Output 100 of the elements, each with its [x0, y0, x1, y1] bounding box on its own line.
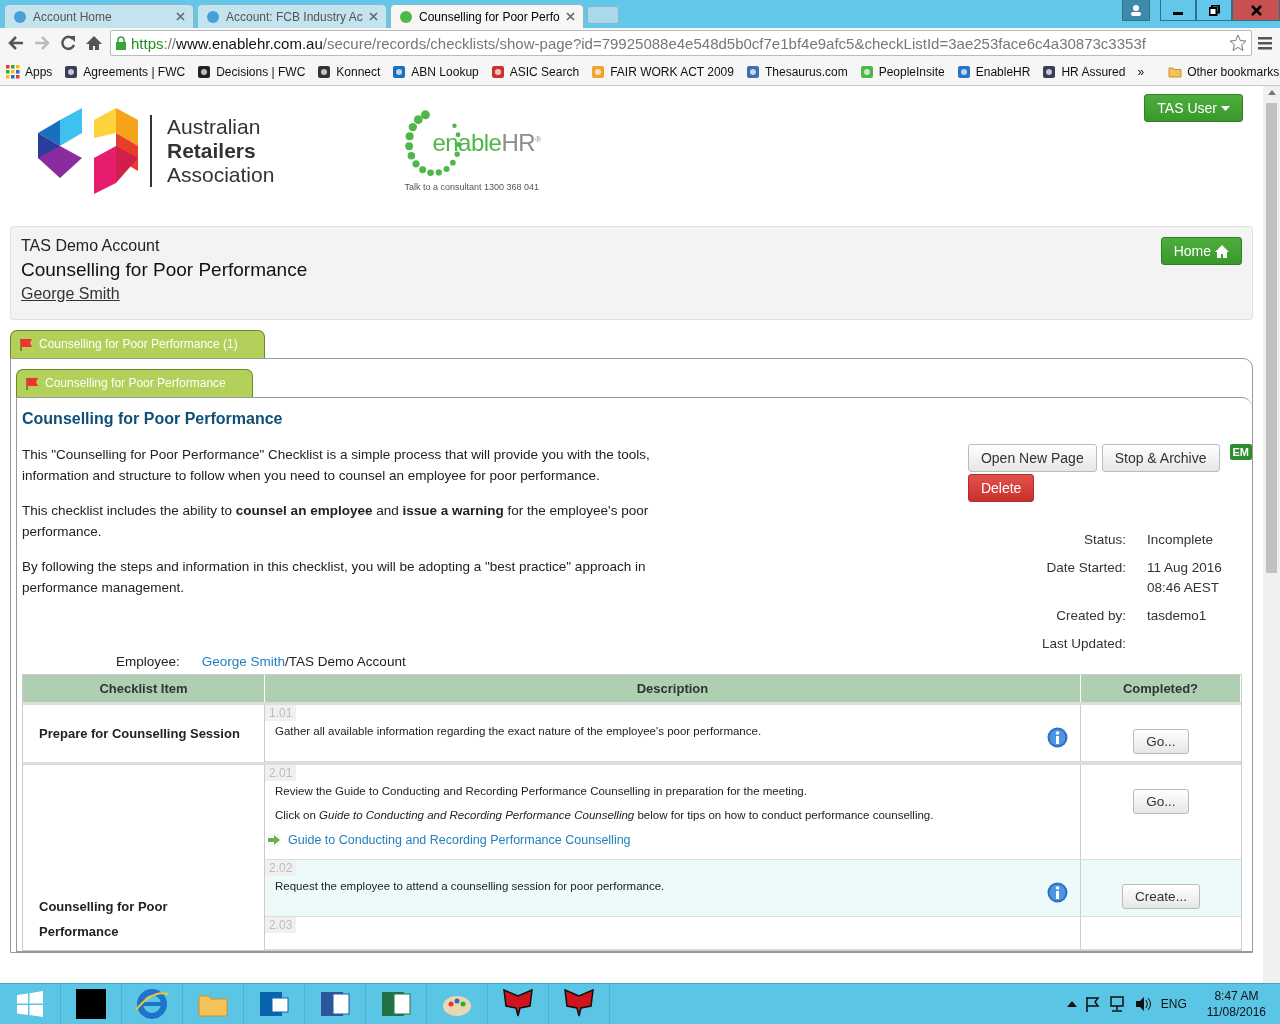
menu-icon[interactable]: [1258, 35, 1274, 51]
association-name: Retailers: [167, 139, 257, 163]
step-action-button[interactable]: Go...: [1133, 789, 1189, 814]
account-name: TAS Demo Account: [21, 237, 160, 255]
bookmark-link[interactable]: Agreements | FWC: [64, 64, 186, 79]
meta-value: 11 Aug 2016: [1147, 559, 1223, 577]
home-icon: [1215, 244, 1229, 258]
tray-arrow-icon[interactable]: [1066, 1001, 1077, 1007]
caret-icon: [1221, 105, 1230, 111]
meta-value: tasdemo1: [1147, 607, 1208, 625]
close-icon[interactable]: [369, 12, 378, 21]
favicon-icon: [206, 9, 220, 24]
folder-icon: [1168, 64, 1183, 79]
close-button[interactable]: [1232, 0, 1280, 21]
close-icon: [1250, 4, 1262, 16]
browser-tab[interactable]: Account Home: [4, 4, 194, 28]
arrow-icon: [268, 835, 280, 845]
info-icon[interactable]: [1047, 727, 1068, 748]
star-icon[interactable]: [1229, 34, 1247, 52]
employee-label: Employee:: [116, 653, 180, 669]
favicon-icon: [1042, 64, 1057, 79]
restore-button[interactable]: [1196, 0, 1232, 21]
flag-icon[interactable]: [1084, 996, 1101, 1012]
bookmark-link[interactable]: Apps: [6, 64, 53, 79]
favicon-icon: [197, 64, 212, 79]
flag-icon: [19, 337, 33, 351]
bookmark-link[interactable]: Konnect: [317, 64, 381, 79]
consultant-phone-text: Talk to a consultant 1300 368 041: [404, 182, 539, 192]
home-icon[interactable]: [84, 33, 104, 53]
meta-label: Status:: [1082, 531, 1126, 549]
close-icon[interactable]: [176, 12, 185, 21]
delete-button[interactable]: Delete: [967, 474, 1035, 502]
action-button[interactable]: Stop & Archive: [1101, 444, 1220, 472]
favicon-icon: [591, 64, 606, 79]
favicon-icon: [399, 9, 413, 24]
association-name: Association: [167, 163, 275, 187]
step-action-button[interactable]: Create...: [1122, 884, 1200, 909]
checklist-heading: Counselling for Poor Performance: [22, 410, 284, 428]
guide-link[interactable]: Guide to Conducting and Recording Performance Counselling: [288, 833, 631, 847]
meta-label: Last Updated:: [1041, 635, 1126, 653]
clock[interactable]: 8:47 AM 11/08/2016: [1206, 988, 1266, 1020]
step-text: Click on Guide to Conducting and Recording Performance Counselling below for tips on how to conduct performance counselling.: [275, 809, 935, 821]
other-bookmarks-link[interactable]: Other bookmarks: [1168, 64, 1280, 79]
step-text: Review the Guide to Conducting and Recording Performance Counselling in preparation for the meeting.: [275, 785, 808, 797]
employee-link[interactable]: George Smith: [21, 285, 120, 303]
favicon-icon: [490, 64, 505, 79]
network-icon[interactable]: [1108, 996, 1127, 1012]
step-text: Gather all available information regarding the exact nature of the employee's poor performance.: [275, 725, 763, 737]
em-badge: EM: [1229, 444, 1252, 460]
meta-label: Date Started:: [1045, 559, 1126, 577]
bookmark-link[interactable]: FAIR WORK ACT 2009: [591, 64, 734, 79]
description-paragraph: This checklist includes the ability to counsel an employee and issue a warning for the employee's poor performance.: [22, 502, 650, 541]
close-icon[interactable]: [565, 12, 575, 21]
scrollbar-thumb[interactable]: [1266, 103, 1277, 573]
windows-logo-icon: [17, 991, 43, 1017]
browser-tab[interactable]: Account: FCB Industry Ac: [197, 4, 387, 28]
employee-link[interactable]: George Smith: [201, 653, 286, 669]
bookmark-link[interactable]: ASIC Search: [490, 64, 580, 79]
bookmark-link[interactable]: ABN Lookup: [392, 64, 479, 79]
restore-icon: [1208, 4, 1220, 16]
brand-logo-text: enableHR$^{®}$: [432, 129, 541, 157]
employee-account: /TAS Demo Account: [285, 653, 406, 669]
bookmark-link[interactable]: EnableHR: [956, 64, 1031, 79]
column-header: Completed?: [1081, 675, 1241, 702]
padlock-icon: [115, 35, 127, 51]
flag-icon: [25, 376, 39, 390]
column-header: Checklist Item: [23, 675, 265, 702]
meta-label: Created by:: [1055, 607, 1126, 625]
bookmark-link[interactable]: PeopleInsite: [859, 64, 945, 79]
step-text: Request the employee to attend a counselling session for poor performance.: [275, 880, 666, 892]
checklist-item: Prepare for Counselling Session: [39, 725, 240, 743]
meta-value: Incomplete: [1147, 531, 1215, 549]
bookmark-link[interactable]: HR Assured: [1042, 64, 1126, 79]
favicon-icon: [392, 64, 407, 79]
apps-grid-icon: [6, 64, 20, 79]
address-field[interactable]: https://www.enablehr.com.au/secure/records/checklists/show-page?id=79925088e4e548d5b0cf7e1bf4e9afc5&checkListId=3ae253face6c4a30873c3353f: [110, 30, 1252, 56]
favicon-icon: [859, 64, 874, 79]
speaker-icon[interactable]: [1134, 996, 1153, 1012]
hexagon-logo-icon: [38, 108, 138, 194]
language-indicator[interactable]: ENG: [1160, 997, 1187, 1011]
browser-tab[interactable]: Counselling for Poor Perfo: [390, 4, 584, 28]
favicon-icon: [317, 64, 332, 79]
reload-icon[interactable]: [58, 33, 78, 53]
checklist-item: Counselling for Poor Performance: [39, 898, 169, 941]
favicon-icon: [745, 64, 760, 79]
favicon-icon: [64, 64, 79, 79]
more-bookmarks-button[interactable]: »: [1137, 64, 1145, 79]
association-name: Australian: [167, 115, 262, 139]
column-header: Description: [265, 675, 1081, 702]
bookmark-link[interactable]: Decisions | FWC: [197, 64, 306, 79]
info-icon[interactable]: [1047, 882, 1068, 903]
profile-button[interactable]: [1122, 0, 1150, 21]
person-icon: [1130, 4, 1142, 16]
minimize-button[interactable]: [1160, 0, 1196, 21]
bookmark-link[interactable]: Thesaurus.com: [745, 64, 848, 79]
browser-e-icon: [134, 986, 170, 1022]
action-button[interactable]: Open New Page: [967, 444, 1097, 472]
favicon-icon: [13, 9, 27, 24]
step-action-button[interactable]: Go...: [1133, 729, 1189, 754]
meta-value: 08:46 AEST: [1147, 579, 1221, 597]
